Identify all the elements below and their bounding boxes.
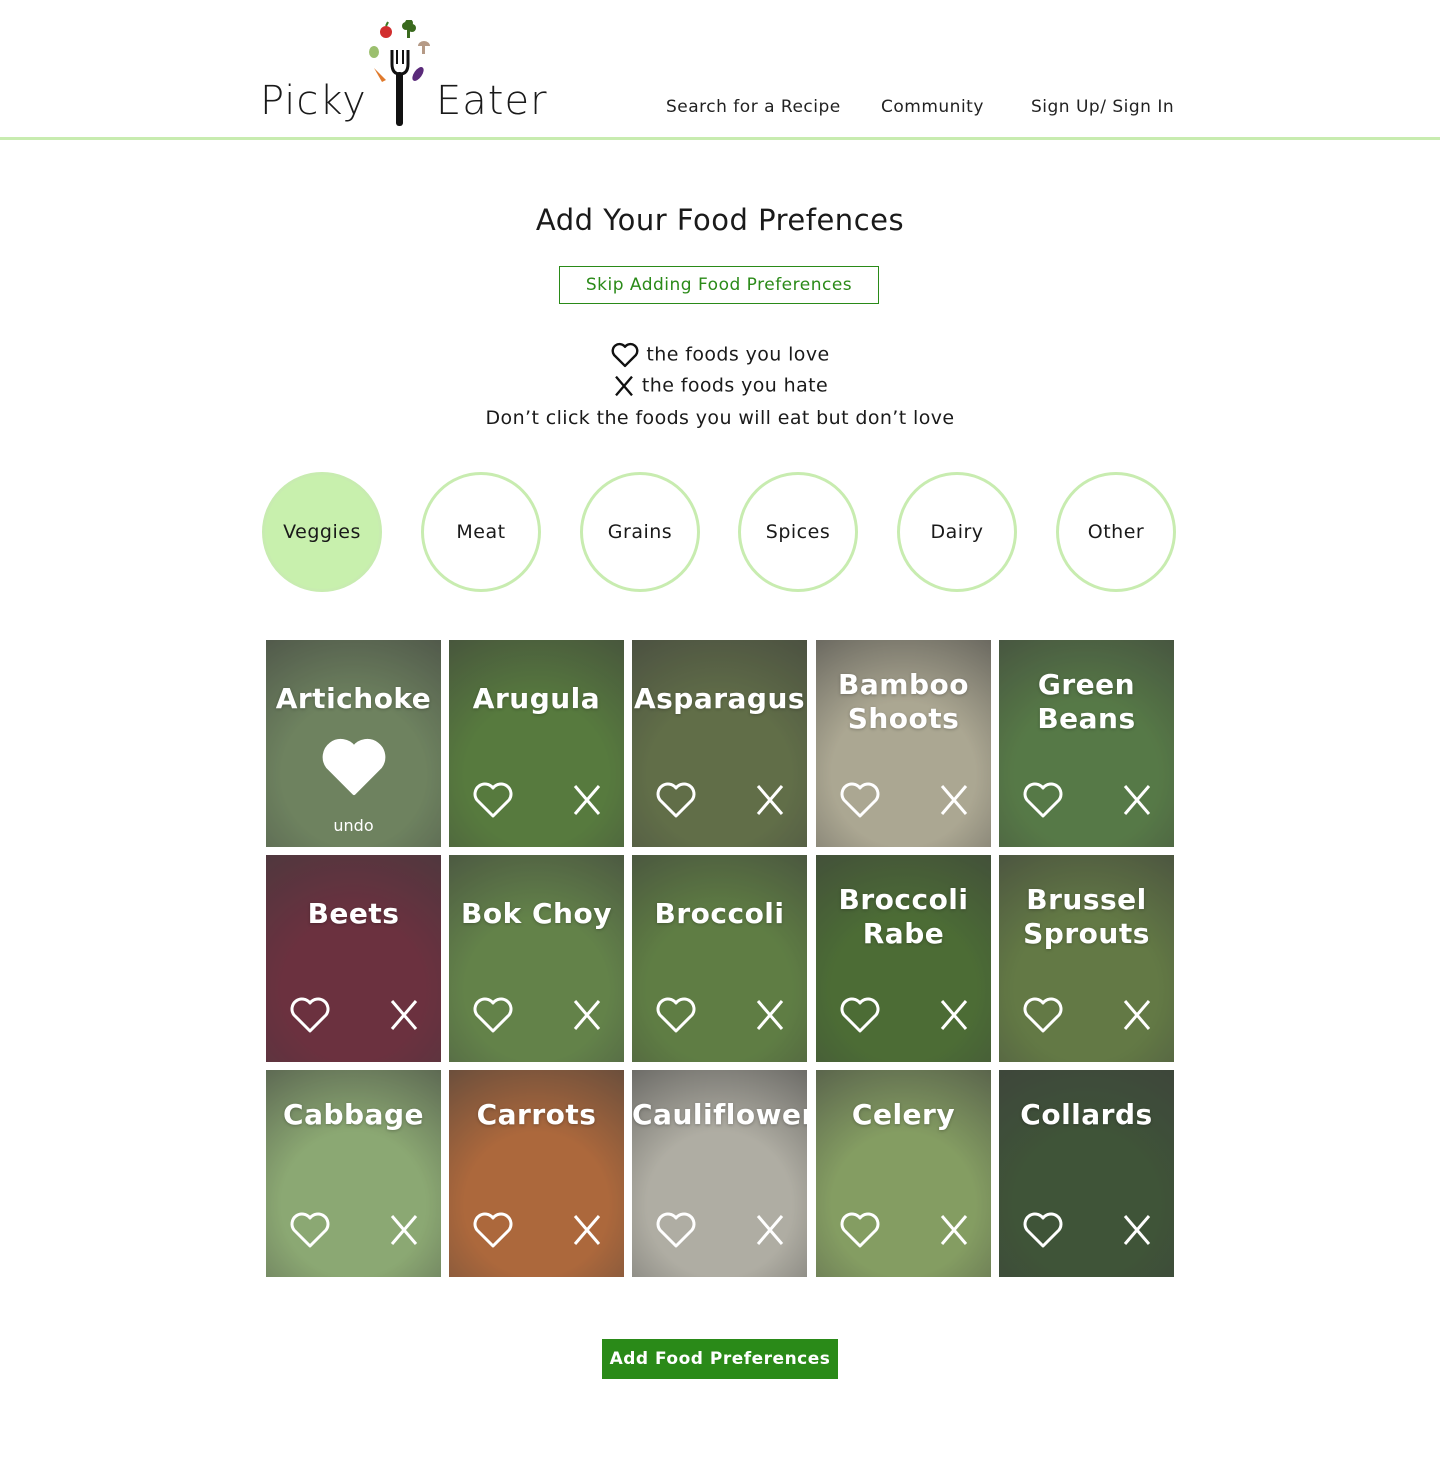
hate-x-icon[interactable] <box>936 782 972 818</box>
food-tile-broccoli: Broccoli <box>632 855 807 1062</box>
legend-love-text: the foods you love <box>646 343 830 366</box>
nav-sign-in[interactable]: Sign Up/ Sign In <box>1031 97 1174 117</box>
love-heart-icon[interactable] <box>1021 780 1065 820</box>
hate-x-icon[interactable] <box>1119 997 1155 1033</box>
hate-x-icon[interactable] <box>1119 1212 1155 1248</box>
food-name: Arugula <box>472 682 601 715</box>
logo-word-eater: Eater <box>436 78 548 124</box>
love-heart-icon[interactable] <box>288 995 332 1035</box>
legend-love-row: the foods you love <box>0 341 1440 369</box>
heart-outline-icon <box>611 342 639 368</box>
love-heart-icon[interactable] <box>1021 1210 1065 1250</box>
logo-word-picky: Picky <box>260 78 367 124</box>
hate-x-icon[interactable] <box>936 1212 972 1248</box>
page-title: Add Your Food Prefences <box>535 203 905 237</box>
food-tile-cauliflower: Cauliflower <box>632 1070 807 1277</box>
add-food-preferences-button[interactable]: Add Food Preferences <box>602 1339 838 1379</box>
food-tile-cabbage: Cabbage <box>266 1070 441 1277</box>
hate-x-icon[interactable] <box>569 997 605 1033</box>
hate-x-icon[interactable] <box>752 1212 788 1248</box>
site-header: Picky Eater Search for a Recipe Communit… <box>0 0 1440 140</box>
love-heart-icon[interactable] <box>471 995 515 1035</box>
x-icon <box>615 375 633 397</box>
food-tile-bok-choy: Bok Choy <box>449 855 624 1062</box>
food-name: Beets <box>307 897 400 930</box>
legend-note: Don’t click the foods you will eat but d… <box>485 407 955 429</box>
nav-search-recipe[interactable]: Search for a Recipe <box>666 97 841 117</box>
hate-x-icon[interactable] <box>936 997 972 1033</box>
love-heart-icon[interactable] <box>654 1210 698 1250</box>
hate-x-icon[interactable] <box>569 782 605 818</box>
love-heart-icon[interactable] <box>654 995 698 1035</box>
nav-community[interactable]: Community <box>881 97 984 117</box>
love-heart-icon[interactable] <box>838 780 882 820</box>
fork-with-veggies-icon <box>369 20 430 126</box>
hate-x-icon[interactable] <box>1119 782 1155 818</box>
love-heart-icon[interactable] <box>838 995 882 1035</box>
food-name: Artichoke <box>275 682 432 715</box>
love-heart-icon[interactable] <box>1021 995 1065 1035</box>
picky-eater-logo[interactable]: Picky Eater <box>260 20 550 130</box>
food-tile-asparagus: Asparagus <box>632 640 807 847</box>
food-name: Broccoli Rabe <box>838 883 969 950</box>
food-name: Celery <box>851 1098 956 1131</box>
hate-x-icon[interactable] <box>386 1212 422 1248</box>
food-tile-collards: Collards <box>999 1070 1174 1277</box>
food-name: Bok Choy <box>461 897 612 930</box>
category-tab-veggies[interactable]: Veggies <box>262 472 382 592</box>
category-tab-meat[interactable]: Meat <box>421 472 541 592</box>
food-tile-beets: Beets <box>266 855 441 1062</box>
category-tab-dairy[interactable]: Dairy <box>897 472 1017 592</box>
food-tile-arugula: Arugula <box>449 640 624 847</box>
food-tile-broccoli-rabe: Broccoli Rabe <box>816 855 991 1062</box>
food-tile-bamboo-shoots: Bamboo Shoots <box>816 640 991 847</box>
food-name: Bamboo Shoots <box>838 668 969 735</box>
food-name: Collards <box>1020 1098 1153 1131</box>
category-tab-other[interactable]: Other <box>1056 472 1176 592</box>
hate-x-icon[interactable] <box>752 782 788 818</box>
food-tile-celery: Celery <box>816 1070 991 1277</box>
food-name: Green Beans <box>1037 668 1136 735</box>
hate-x-icon[interactable] <box>752 997 788 1033</box>
food-name: Cabbage <box>283 1098 424 1131</box>
hate-x-icon[interactable] <box>569 1212 605 1248</box>
love-heart-icon[interactable] <box>471 1210 515 1250</box>
food-name: Broccoli <box>654 897 785 930</box>
love-heart-icon[interactable] <box>838 1210 882 1250</box>
food-name: Cauliflower <box>632 1098 807 1131</box>
food-name: Carrots <box>476 1098 597 1131</box>
love-heart-icon[interactable] <box>288 1210 332 1250</box>
skip-preferences-button[interactable]: Skip Adding Food Preferences <box>559 266 879 304</box>
food-name: Brussel Sprouts <box>1023 883 1150 950</box>
food-name: Asparagus <box>633 682 806 715</box>
heart-filled-icon[interactable] <box>316 734 392 800</box>
love-heart-icon[interactable] <box>654 780 698 820</box>
food-tile-artichoke: Artichoke undo <box>266 640 441 847</box>
love-heart-icon[interactable] <box>471 780 515 820</box>
category-tab-grains[interactable]: Grains <box>580 472 700 592</box>
food-tile-carrots: Carrots <box>449 1070 624 1277</box>
category-tab-spices[interactable]: Spices <box>738 472 858 592</box>
food-tile-brussel-sprouts: Brussel Sprouts <box>999 855 1174 1062</box>
legend-hate-row: the foods you hate <box>0 374 1440 398</box>
legend-hate-text: the foods you hate <box>641 374 829 397</box>
hate-x-icon[interactable] <box>386 997 422 1033</box>
food-tile-green-beans: Green Beans <box>999 640 1174 847</box>
undo-link[interactable]: undo <box>266 816 441 835</box>
